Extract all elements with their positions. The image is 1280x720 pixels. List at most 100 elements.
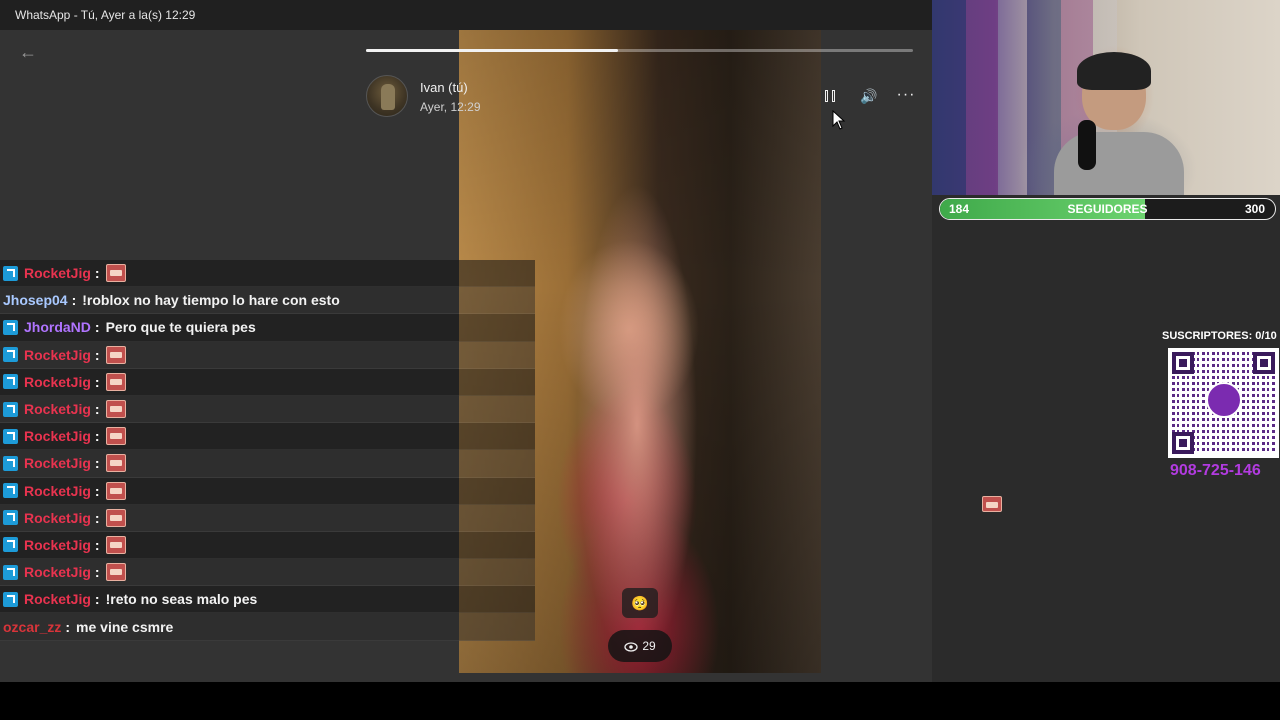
chat-separator: : <box>94 482 100 499</box>
prime-badge-icon <box>3 510 18 526</box>
chat-message: RocketJig: <box>0 368 535 396</box>
more-options-button[interactable]: ··· <box>895 85 917 107</box>
taskbar <box>0 682 1280 720</box>
back-button[interactable]: ← <box>18 42 38 62</box>
prime-badge-icon <box>3 319 18 335</box>
chat-message: RocketJig: <box>0 504 535 532</box>
chat-text: !reto no seas malo pes <box>105 591 258 608</box>
chat-username[interactable]: RocketJig <box>24 374 91 390</box>
chat-emote-icon <box>105 427 126 446</box>
stream-chat: RocketJig: Jhosep04: !roblox no hay tiempo… <box>0 260 535 641</box>
chat-emote-icon <box>105 535 126 554</box>
chat-message: ozcar_zz: me vine csmre <box>0 613 535 641</box>
qr-code-icon <box>1168 348 1279 458</box>
chat-message: RocketJig: <box>0 477 535 505</box>
microphone-icon <box>1078 120 1096 170</box>
prime-badge-icon <box>3 591 18 607</box>
chat-text: Pero que te quiera pes <box>105 319 256 336</box>
yape-logo <box>1206 382 1242 418</box>
chat-emote-icon <box>105 345 126 364</box>
speaker-icon: 🔊 <box>860 88 878 104</box>
status-timestamp: Ayer, 12:29 <box>420 100 481 114</box>
reaction-button[interactable]: 🥺 <box>622 588 658 618</box>
window-title: WhatsApp - Tú, Ayer a la(s) 12:29 <box>0 0 932 30</box>
chat-message: RocketJig: <box>0 531 535 560</box>
chat-username[interactable]: RocketJig <box>24 537 91 553</box>
prime-badge-icon <box>3 265 18 281</box>
webcam-streamer-body <box>1054 132 1184 195</box>
webcam-streamer-hair <box>1077 52 1151 90</box>
arrow-left-icon: ← <box>19 42 37 62</box>
chat-separator: : <box>65 618 71 635</box>
chat-message: RocketJig: <box>0 395 535 424</box>
chat-separator: : <box>94 373 100 390</box>
pleading-face-icon: 🥺 <box>631 595 649 611</box>
chat-message: RocketJig: <box>0 341 535 369</box>
avatar-figure <box>381 84 395 110</box>
chat-username[interactable]: RocketJig <box>24 455 91 471</box>
avatar[interactable] <box>366 75 408 117</box>
chat-separator: : <box>94 401 100 418</box>
chat-separator: : <box>94 591 100 608</box>
qr-finder <box>1172 432 1194 454</box>
eye-icon <box>624 642 638 652</box>
prime-badge-icon <box>3 455 18 471</box>
pause-icon <box>825 90 828 102</box>
status-progress-fill <box>366 49 618 52</box>
qr-finder <box>1253 352 1275 374</box>
prime-badge-icon <box>3 428 18 444</box>
chat-username[interactable]: RocketJig <box>24 347 91 363</box>
chat-username[interactable]: RocketJig <box>24 591 91 607</box>
chat-emote-icon <box>105 481 126 500</box>
chat-separator: : <box>71 292 77 309</box>
floating-emote <box>982 496 1002 518</box>
chat-separator: : <box>94 509 100 526</box>
subscriber-goal: SUSCRIPTORES: 0/10 <box>1162 330 1277 342</box>
more-icon: ··· <box>896 86 916 103</box>
chat-emote-icon <box>105 264 126 283</box>
chat-message: Jhosep04: !roblox no hay tiempo lo hare c… <box>0 287 535 315</box>
follower-goal-bar: SEGUIDORES 184 300 <box>939 198 1276 220</box>
chat-text: !roblox no hay tiempo lo hare con esto <box>82 292 340 309</box>
views-counter[interactable]: 29 <box>608 630 672 662</box>
chat-separator: : <box>94 428 100 445</box>
chat-message: RocketJig: <box>0 450 535 478</box>
chat-username[interactable]: RocketJig <box>24 265 91 281</box>
chat-separator: : <box>94 346 100 363</box>
follower-goal-label: SEGUIDORES <box>1067 202 1148 216</box>
chat-emote-icon <box>105 508 126 527</box>
chat-username[interactable]: ozcar_zz <box>3 619 61 635</box>
phone-number: 908-725-146 <box>1170 462 1261 479</box>
chat-message: RocketJig: <box>0 423 535 451</box>
webcam-feed <box>932 0 1280 195</box>
prime-badge-icon <box>3 564 18 580</box>
prime-badge-icon <box>3 483 18 499</box>
chat-username[interactable]: RocketJig <box>24 564 91 580</box>
chat-emote-icon <box>982 496 1002 512</box>
chat-username[interactable]: JhordaND <box>24 319 91 335</box>
prime-badge-icon <box>3 347 18 363</box>
prime-badge-icon <box>3 401 18 417</box>
chat-username[interactable]: RocketJig <box>24 483 91 499</box>
prime-badge-icon <box>3 374 18 390</box>
chat-text: me vine csmre <box>76 618 174 635</box>
chat-username[interactable]: RocketJig <box>24 510 91 526</box>
chat-username[interactable]: RocketJig <box>24 428 91 444</box>
chat-message: RocketJig: !reto no seas malo pes <box>0 586 535 614</box>
chat-emote-icon <box>105 400 126 419</box>
chat-separator: : <box>94 564 100 581</box>
volume-button[interactable]: 🔊 <box>858 85 880 107</box>
screen: WhatsApp - Tú, Ayer a la(s) 12:29 ← Ivan… <box>0 0 1280 720</box>
chat-emote-icon <box>105 454 126 473</box>
follower-count: 184 <box>949 202 970 216</box>
qr-finder <box>1172 352 1194 374</box>
follower-goal: 300 <box>1244 202 1265 216</box>
chat-message: JhordaND: Pero que te quiera pes <box>0 314 535 342</box>
chat-separator: : <box>94 455 100 472</box>
views-count: 29 <box>642 639 656 653</box>
pause-button[interactable] <box>820 85 842 107</box>
chat-username[interactable]: Jhosep04 <box>3 292 68 308</box>
chat-separator: : <box>94 319 100 336</box>
status-progress-bar[interactable] <box>366 49 913 52</box>
chat-username[interactable]: RocketJig <box>24 401 91 417</box>
